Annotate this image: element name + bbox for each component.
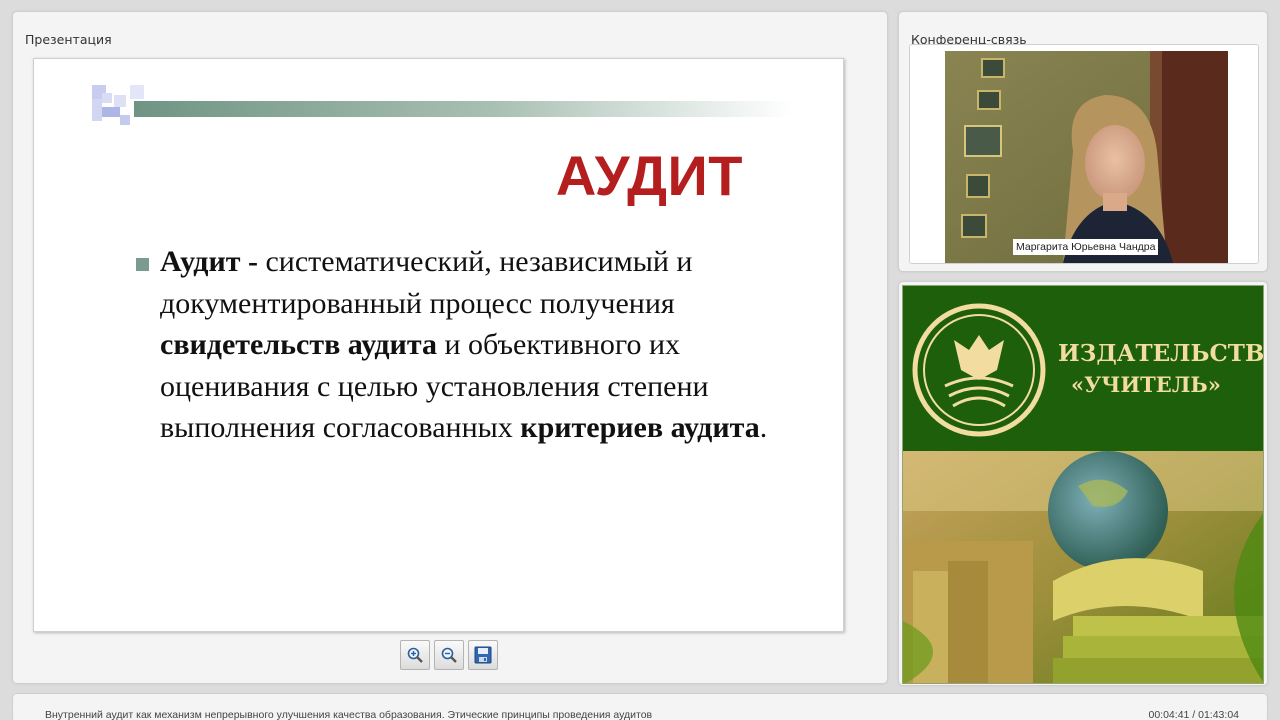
publisher-banner[interactable]: ИЗДАТЕЛЬСТВО «УЧИТЕЛЬ»	[902, 285, 1264, 684]
slide-decoration	[92, 85, 792, 125]
zoom-in-button[interactable]	[400, 640, 430, 670]
slide-body-text: Аудит - систематический, независимый и д…	[160, 241, 770, 449]
presentation-panel: Презентация АУДИТ Аудит - систематически…	[12, 11, 888, 684]
slide-body-emphasis: свидетельств аудита	[160, 328, 437, 361]
bullet-marker	[136, 258, 149, 271]
participant-video[interactable]: Маргарита Юрьевна Чандра	[945, 51, 1228, 263]
slide-heading: АУДИТ	[555, 144, 743, 207]
participant-video-image	[945, 51, 1228, 263]
presentation-panel-title: Презентация	[25, 32, 112, 47]
zoom-out-icon	[441, 647, 457, 663]
slide-body-emphasis: критериев аудита	[520, 411, 760, 444]
publisher-logo-icon	[912, 303, 1046, 437]
save-button[interactable]	[468, 640, 498, 670]
status-bar: Внутренний аудит как механизм непрерывно…	[12, 693, 1268, 720]
publisher-name-line-1: ИЗДАТЕЛЬСТВО	[1058, 340, 1264, 367]
zoom-out-button[interactable]	[434, 640, 464, 670]
slide-toolbar	[400, 640, 498, 670]
video-container: Маргарита Юрьевна Чандра	[909, 44, 1259, 264]
slide-body-emphasis: Аудит -	[160, 245, 258, 278]
slide: АУДИТ Аудит - систематический, независим…	[33, 58, 844, 632]
publisher-banner-panel: ИЗДАТЕЛЬСТВО «УЧИТЕЛЬ»	[898, 281, 1268, 686]
publisher-name-line-2: «УЧИТЕЛЬ»	[1071, 372, 1221, 397]
webinar-title: Внутренний аудит как механизм непрерывно…	[45, 709, 653, 720]
conference-panel: Конференц-связь Маргарита Юрьевна Чандра	[898, 11, 1268, 272]
books-and-globe-image	[903, 451, 1263, 683]
participant-name-label: Маргарита Юрьевна Чандра	[1013, 239, 1159, 255]
playback-time: 00:04:41 / 01:43:04	[1148, 709, 1240, 720]
zoom-in-icon	[407, 647, 423, 663]
slide-body-run: .	[759, 411, 768, 444]
publisher-banner-header: ИЗДАТЕЛЬСТВО «УЧИТЕЛЬ»	[903, 286, 1264, 451]
floppy-disk-icon	[474, 646, 492, 664]
